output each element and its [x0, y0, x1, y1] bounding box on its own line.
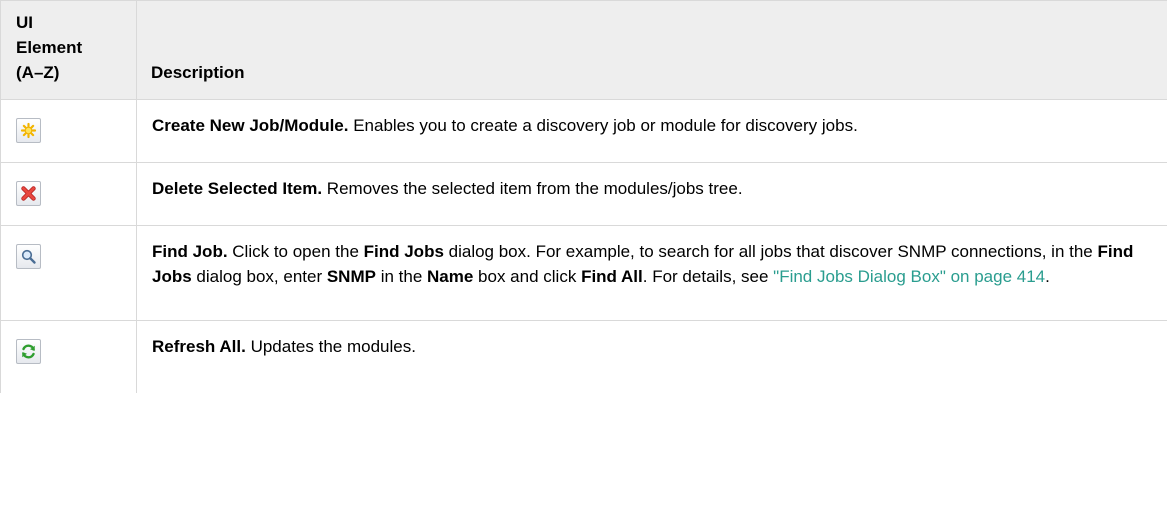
ui-term: Name: [427, 267, 474, 286]
table-row: Find Job. Click to open the Find Jobs di…: [0, 225, 1167, 321]
item-description: in the: [375, 267, 428, 286]
table-row: Refresh All. Updates the modules.: [0, 320, 1167, 393]
item-description: Updates the modules.: [245, 337, 416, 356]
header-description: Description: [136, 0, 1167, 100]
ui-element-cell: [0, 162, 137, 226]
item-description: Enables you to create a discovery job or…: [348, 116, 858, 135]
item-title: Delete Selected Item.: [152, 179, 323, 198]
refresh-all-icon[interactable]: [16, 339, 41, 364]
item-title: Create New Job/Module.: [152, 116, 349, 135]
description-cell: Delete Selected Item. Removes the select…: [136, 162, 1167, 226]
find-jobs-dialog-link[interactable]: "Find Jobs Dialog Box" on page 414: [773, 267, 1045, 286]
item-description: Removes the selected item from the modul…: [322, 179, 743, 198]
item-title: Find Job.: [152, 242, 228, 261]
table-row: Create New Job/Module. Enables you to cr…: [0, 99, 1167, 163]
description-cell: Refresh All. Updates the modules.: [136, 320, 1167, 393]
ui-elements-table: UI Element (A–Z) Description Create New …: [0, 0, 1167, 393]
item-description: dialog box. For example, to search for a…: [443, 242, 1098, 261]
create-new-job-icon[interactable]: [16, 118, 41, 143]
table-row: Delete Selected Item. Removes the select…: [0, 162, 1167, 226]
find-job-icon[interactable]: [16, 244, 41, 269]
description-cell: Create New Job/Module. Enables you to cr…: [136, 99, 1167, 163]
ui-element-cell: [0, 225, 137, 321]
item-description: box and click: [473, 267, 582, 286]
ui-element-cell: [0, 99, 137, 163]
delete-selected-item-icon[interactable]: [16, 181, 41, 206]
ui-term: Find Jobs: [363, 242, 444, 261]
table-header-row: UI Element (A–Z) Description: [0, 0, 1167, 100]
item-description: . For details, see: [642, 267, 774, 286]
header-ui-element: UI Element (A–Z): [0, 0, 137, 100]
item-description: dialog box, enter: [191, 267, 327, 286]
ui-element-cell: [0, 320, 137, 393]
item-title: Refresh All.: [152, 337, 246, 356]
description-cell: Find Job. Click to open the Find Jobs di…: [136, 225, 1167, 321]
item-description: .: [1045, 267, 1050, 286]
ui-term: Find All: [581, 267, 643, 286]
item-description: Click to open the: [227, 242, 364, 261]
ui-term: SNMP: [326, 267, 376, 286]
